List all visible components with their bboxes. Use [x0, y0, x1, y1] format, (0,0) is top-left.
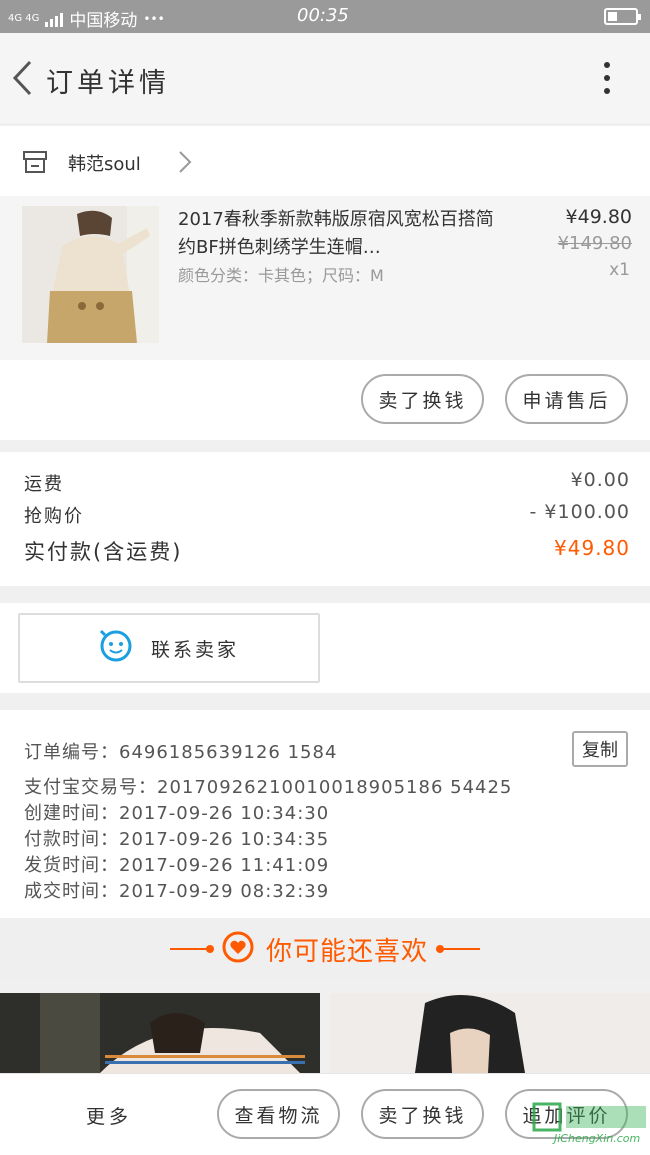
resell-bottom-button[interactable]: 卖了换钱 [361, 1089, 484, 1139]
contact-seller-label: 联系卖家 [150, 638, 239, 661]
product-row[interactable]: 2017春秋季新款韩版原宿风宽松百搭简约BF拼色刺绣学生连帽… 颜色分类：卡其色… [0, 196, 650, 360]
product-original-price: ¥149.80 [557, 233, 632, 254]
bottom-action-bar: 更多 查看物流 卖了换钱 追加评价 JiChengXin.com [0, 1073, 650, 1155]
watermark-text: JiChengXin.com [554, 1132, 641, 1145]
discount-label: 抢购价 [24, 506, 84, 527]
right-deco-line [436, 945, 480, 953]
shop-row[interactable]: 韩范soul [0, 126, 650, 196]
completed-time: 成交时间：2017-09-29 08:32:39 [24, 881, 330, 902]
contact-panel: 联系卖家 [0, 603, 650, 693]
product-thumbnail [22, 206, 159, 343]
cost-summary-panel: 运费 ¥0.00 抢购价 - ¥100.00 实付款(含运费) ¥49.80 [0, 452, 650, 586]
recommend-item-1[interactable] [0, 993, 320, 1073]
product-price: ¥49.80 [565, 206, 632, 228]
total-label: 实付款(含运费) [24, 540, 183, 564]
copy-button[interactable]: 复制 [572, 731, 628, 767]
more-status-icon: ••• [143, 11, 165, 26]
signal-icon [45, 11, 64, 27]
contact-seller-button[interactable]: 联系卖家 [18, 613, 320, 683]
left-deco-line [169, 945, 214, 953]
more-actions-button[interactable]: 更多 [86, 1102, 132, 1129]
total-value: ¥49.80 [554, 536, 630, 560]
back-icon[interactable] [10, 59, 34, 97]
order-number: 订单编号：6496185639126 1584 [24, 742, 338, 763]
more-menu-icon[interactable] [600, 60, 614, 96]
status-bar: 4G 4G 中国移动 ••• 00:35 [0, 0, 650, 33]
resell-button[interactable]: 卖了换钱 [361, 374, 484, 424]
order-item-panel: 韩范soul 2017春秋季新款韩版原宿风宽松百搭简约BF拼色刺绣学生连帽… 颜… [0, 126, 650, 440]
page-title: 订单详情 [46, 68, 170, 99]
view-logistics-button[interactable]: 查看物流 [217, 1089, 340, 1139]
shop-icon [22, 150, 48, 178]
shipped-time: 发货时间：2017-09-26 11:41:09 [24, 855, 330, 876]
network-indicator: 4G 4G [8, 13, 40, 24]
product-quantity: x1 [609, 260, 630, 280]
product-title: 2017春秋季新款韩版原宿风宽松百搭简约BF拼色刺绣学生连帽… [178, 209, 494, 258]
carrier-name: 中国移动 [69, 11, 138, 31]
battery-icon [604, 8, 641, 25]
watermark-logo: JiChengXin.com [532, 1102, 650, 1146]
recommend-title: 你可能还喜欢 [265, 936, 428, 967]
created-time: 创建时间：2017-09-26 10:34:30 [24, 803, 330, 824]
shipping-label: 运费 [24, 474, 64, 495]
nav-bar: 订单详情 [0, 33, 650, 123]
shipping-value: ¥0.00 [570, 469, 630, 491]
status-time: 00:35 [297, 5, 349, 26]
order-info-panel: 订单编号：6496185639126 1584 复制 支付宝交易号：201709… [0, 710, 650, 918]
shop-name: 韩范soul [68, 154, 141, 175]
chat-icon [99, 629, 133, 667]
alipay-number: 支付宝交易号：20170926210010018905186 54425 [24, 777, 513, 798]
heart-icon [222, 931, 254, 967]
recommend-item-2[interactable] [330, 993, 650, 1073]
product-spec: 颜色分类：卡其色；尺码：M [178, 266, 384, 285]
discount-value: - ¥100.00 [529, 501, 630, 523]
paid-time: 付款时间：2017-09-26 10:34:35 [24, 829, 330, 850]
chevron-right-icon [178, 150, 192, 178]
after-sales-button[interactable]: 申请售后 [505, 374, 628, 424]
recommend-header: 你可能还喜欢 [0, 918, 650, 980]
